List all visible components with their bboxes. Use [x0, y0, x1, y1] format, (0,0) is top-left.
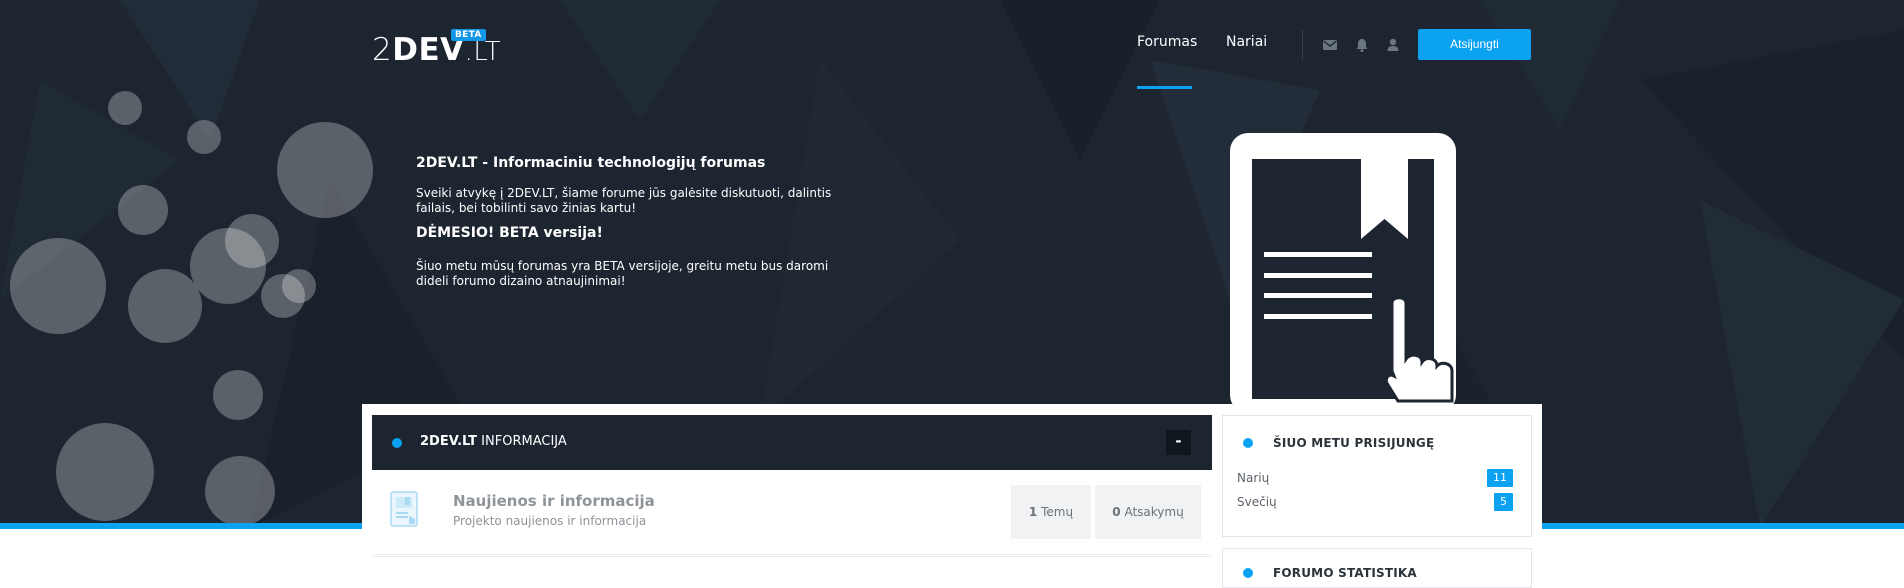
envelope-icon[interactable]: [1322, 37, 1338, 53]
nav-active-indicator: [1137, 86, 1192, 89]
guests-label: Svečių: [1237, 495, 1277, 509]
forum-description: Projekto naujienos ir informacija: [453, 514, 647, 528]
notice-title: DĖMESIO! BETA versija!: [416, 225, 603, 241]
logo-suffix: .LT: [464, 37, 502, 67]
members-label: Narių: [1237, 471, 1270, 485]
category-title: 2DEV.LT INFORMACIJA: [420, 434, 567, 449]
logo-number: 2: [372, 32, 393, 68]
topics-label: Temų: [1037, 505, 1074, 519]
members-count-badge: 11: [1487, 469, 1513, 487]
notice-text: Šiuo metu mūsų forumas yra BETA versijoj…: [416, 259, 829, 288]
stats-title: FORUMO STATISTIKA: [1273, 566, 1417, 580]
category-name-bold: 2DEV.LT: [420, 434, 478, 449]
nav-forumas[interactable]: Forumas: [1137, 34, 1197, 50]
user-icon[interactable]: [1385, 37, 1401, 53]
online-dot-icon: [1243, 438, 1253, 448]
logout-button[interactable]: Atsijungti: [1418, 29, 1531, 60]
document-icon: [390, 491, 418, 527]
guests-count-badge: 5: [1494, 493, 1513, 511]
forum-replies-count: 0 Atsakymų: [1095, 485, 1201, 539]
intro-block: 2DEV.LT - Informaciniu technologijų foru…: [416, 155, 836, 298]
intro-welcome: Sveiki atvykę į 2DEV.LT, šiame forume jū…: [416, 186, 832, 215]
forum-topics-count: 1 Temų: [1011, 485, 1091, 539]
tablet-illustration: [1230, 133, 1456, 413]
collapse-button[interactable]: -: [1166, 430, 1191, 455]
forum-row-next[interactable]: [372, 556, 1212, 575]
intro-title: 2DEV.LT - Informaciniu technologijų foru…: [416, 155, 766, 171]
online-title: ŠIUO METU PRISIJUNGĘ: [1273, 436, 1435, 450]
replies-number: 0: [1112, 505, 1121, 519]
nav-separator: [1302, 30, 1303, 60]
nav-nariai[interactable]: Nariai: [1226, 34, 1267, 50]
beta-badge: BETA: [451, 29, 486, 41]
stats-dot-icon: [1243, 568, 1253, 578]
bell-icon[interactable]: [1354, 37, 1370, 53]
category-name-rest: INFORMACIJA: [477, 434, 567, 449]
replies-label: Atsakymų: [1120, 505, 1184, 519]
category-dot-icon: [392, 438, 402, 448]
forum-title-link[interactable]: Naujienos ir informacija: [453, 492, 655, 510]
